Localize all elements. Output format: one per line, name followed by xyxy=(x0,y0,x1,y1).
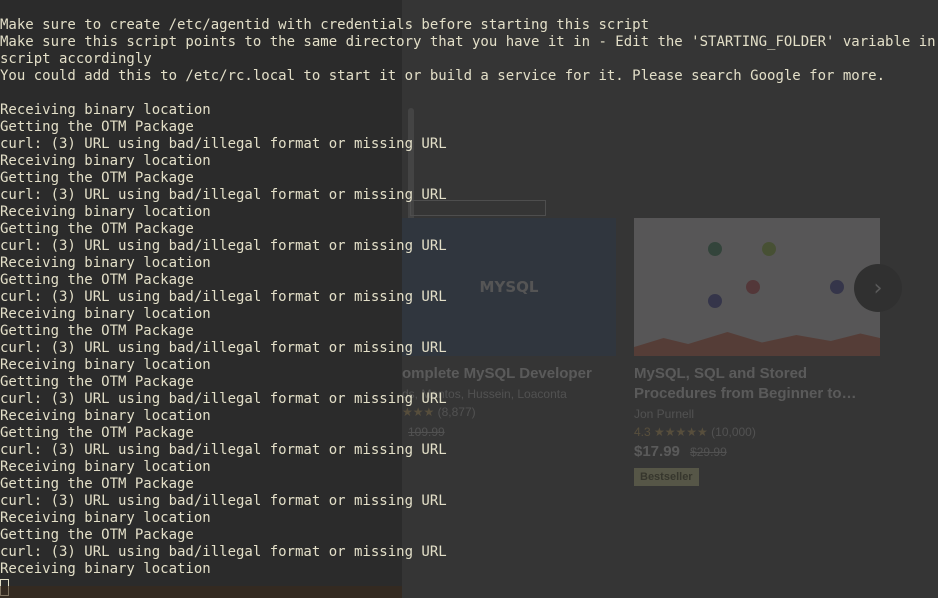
terminal-line: Receiving binary location xyxy=(0,357,211,373)
terminal-line: Make sure this script points to the same… xyxy=(0,34,938,50)
terminal-line: curl: (3) URL using bad/illegal format o… xyxy=(0,391,447,407)
terminal-line: curl: (3) URL using bad/illegal format o… xyxy=(0,442,447,458)
terminal-line: Getting the OTM Package xyxy=(0,527,194,543)
terminal-line: Make sure to create /etc/agentid with cr… xyxy=(0,17,650,33)
terminal-line: curl: (3) URL using bad/illegal format o… xyxy=(0,544,447,560)
terminal-line: Getting the OTM Package xyxy=(0,323,194,339)
terminal-line: Receiving binary location xyxy=(0,459,211,475)
terminal-line: Getting the OTM Package xyxy=(0,272,194,288)
terminal-line: curl: (3) URL using bad/illegal format o… xyxy=(0,289,447,305)
terminal-line: Getting the OTM Package xyxy=(0,425,194,441)
terminal-line: curl: (3) URL using bad/illegal format o… xyxy=(0,238,447,254)
status-bar xyxy=(0,586,402,598)
terminal-line: Receiving binary location xyxy=(0,510,211,526)
terminal-line: Receiving binary location xyxy=(0,204,211,220)
terminal-line: script accordingly xyxy=(0,51,152,67)
terminal-line: Receiving binary location xyxy=(0,306,211,322)
terminal-line: Getting the OTM Package xyxy=(0,170,194,186)
terminal-line: Getting the OTM Package xyxy=(0,374,194,390)
terminal-line: curl: (3) URL using bad/illegal format o… xyxy=(0,340,447,356)
terminal-line: curl: (3) URL using bad/illegal format o… xyxy=(0,493,447,509)
terminal-line: You could add this to /etc/rc.local to s… xyxy=(0,68,886,84)
terminal-line: Receiving binary location xyxy=(0,102,211,118)
terminal-output[interactable]: Make sure to create /etc/agentid with cr… xyxy=(0,17,938,596)
terminal-line: Getting the OTM Package xyxy=(0,476,194,492)
terminal-line: curl: (3) URL using bad/illegal format o… xyxy=(0,136,447,152)
terminal-line: curl: (3) URL using bad/illegal format o… xyxy=(0,187,447,203)
terminal-line: Receiving binary location xyxy=(0,255,211,271)
terminal-line: Getting the OTM Package xyxy=(0,221,194,237)
terminal-line: Getting the OTM Package xyxy=(0,119,194,135)
terminal-line: Receiving binary location xyxy=(0,408,211,424)
terminal-line: Receiving binary location xyxy=(0,561,211,577)
terminal-line: Receiving binary location xyxy=(0,153,211,169)
